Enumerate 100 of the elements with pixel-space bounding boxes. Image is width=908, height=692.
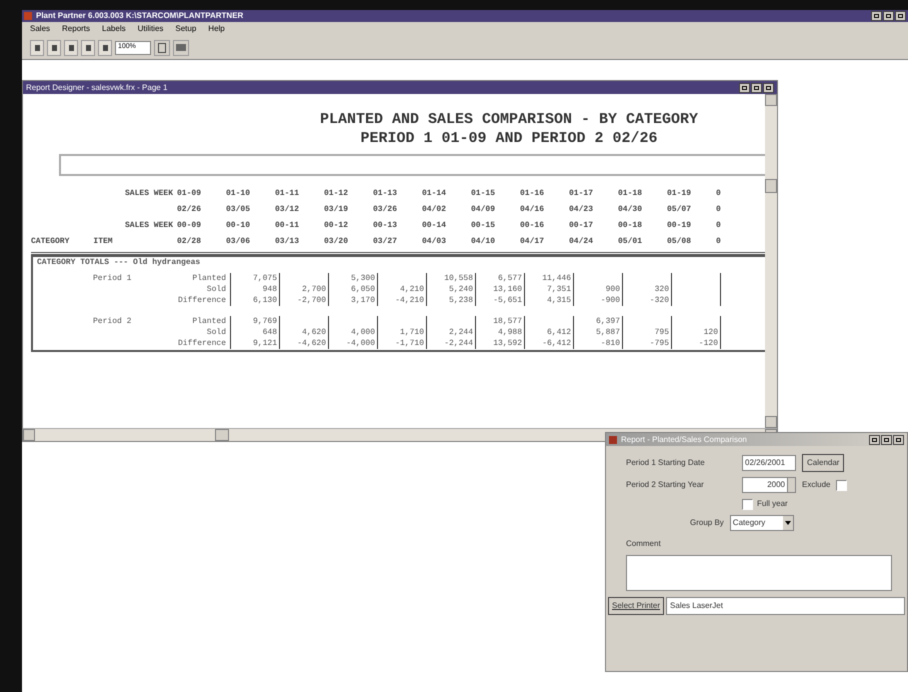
column-header: 05/07 <box>667 204 692 216</box>
printer-field[interactable]: Sales LaserJet <box>666 597 905 615</box>
table-cell: 18,577 <box>475 316 524 327</box>
column-header: 00-10 <box>226 220 252 232</box>
window-title: Report Designer - salesvwk.frx - Page 1 <box>26 84 168 92</box>
checkbox[interactable] <box>836 480 848 490</box>
period-label: Period 2 <box>93 317 132 326</box>
column-header: 00-18 <box>618 220 644 232</box>
table-cell: 5,300 <box>328 273 377 284</box>
column-header: 04/23 <box>569 204 594 216</box>
column-header: 01-12 <box>324 188 350 200</box>
table-cell: 4,988 <box>475 327 524 338</box>
column-header: 01-15 <box>471 188 496 200</box>
row-label: Planted <box>191 273 227 284</box>
column-header: 04/09 <box>471 204 496 216</box>
column-header: 04/03 <box>422 236 448 248</box>
table-cell: -810 <box>573 338 622 349</box>
comment-field[interactable] <box>626 555 892 591</box>
group-by-dropdown[interactable]: Category <box>730 515 794 531</box>
table-cell: 7,351 <box>524 284 573 295</box>
table-cell: 5,887 <box>573 327 622 338</box>
column-header: 03/27 <box>373 236 398 248</box>
row-header: SALES WEEK <box>124 221 173 230</box>
column-header: 00-14 <box>422 220 448 232</box>
column-header: 00-09 <box>177 220 202 232</box>
table-cell: 648 <box>230 327 279 338</box>
column-header: 01-09 <box>177 188 202 200</box>
table-cell: -120 <box>671 338 720 349</box>
menu-item[interactable]: Labels <box>102 23 126 35</box>
table-cell: -2,700 <box>279 295 328 306</box>
dialog-title: Report - Planted/Sales Comparison <box>621 434 747 446</box>
column-header: 01-16 <box>520 188 546 200</box>
table-cell: 795 <box>622 327 671 338</box>
menu-item[interactable]: Reports <box>62 23 90 35</box>
table-cell: 3,170 <box>328 295 377 306</box>
table-cell: 948 <box>230 284 279 295</box>
table-cell: 7,075 <box>230 273 279 284</box>
menu-item[interactable]: Utilities <box>138 23 164 35</box>
column-header: 03/06 <box>226 236 252 248</box>
field-label: Period 2 Starting Year <box>626 479 705 491</box>
column-header: 05/08 <box>667 236 692 248</box>
column-header: 04/17 <box>520 236 546 248</box>
period-label: Period 1 <box>93 274 132 283</box>
calendar-button[interactable]: Calendar <box>802 454 844 472</box>
table-cell: 10,558 <box>426 273 475 284</box>
menu-item[interactable]: Sales <box>30 23 50 35</box>
caret-icon <box>784 521 791 525</box>
field-label: Comment <box>626 538 662 550</box>
column-header: ITEM <box>93 236 113 248</box>
column-header: 01-10 <box>226 188 252 200</box>
row-label: Sold <box>206 284 227 295</box>
column-header: 00-16 <box>520 220 546 232</box>
table-cell: 320 <box>622 284 671 295</box>
table-cell: 13,160 <box>475 284 524 295</box>
column-header: 02/26 <box>177 204 202 216</box>
group-label: CATEGORY TOTALS --- Old hydrangeas <box>36 257 202 269</box>
column-header: 0 <box>716 204 722 216</box>
column-header: 0 <box>716 220 722 232</box>
row-label: Difference <box>176 295 227 306</box>
checkbox[interactable] <box>742 498 753 510</box>
column-header: 04/10 <box>471 236 496 248</box>
column-header: 01-11 <box>275 188 300 200</box>
report-title: PERIOD 1 01-09 AND PERIOD 2 02/26 <box>359 129 659 148</box>
select-printer-button[interactable]: Select Printer <box>608 597 664 615</box>
table-cell: 2,244 <box>426 327 475 338</box>
table-cell: 6,050 <box>328 284 377 295</box>
column-header: 04/16 <box>520 204 546 216</box>
table-cell: 2,700 <box>279 284 328 295</box>
column-header: 04/02 <box>422 204 448 216</box>
table-cell: 4,000 <box>328 327 377 338</box>
column-header: 03/13 <box>275 236 300 248</box>
scroll-down-icon[interactable] <box>765 416 777 428</box>
scroll-thumb[interactable] <box>765 179 777 193</box>
table-cell: 6,397 <box>573 316 622 327</box>
report-title: PLANTED AND SALES COMPARISON - BY CATEGORY <box>318 110 700 129</box>
column-header: 01-19 <box>667 188 692 200</box>
vertical-scrollbar[interactable] <box>765 94 777 428</box>
table-cell: 4,620 <box>279 327 328 338</box>
column-header: CATEGORY <box>31 236 70 248</box>
menu-item[interactable]: Help <box>208 23 225 35</box>
column-header: 04/24 <box>569 236 594 248</box>
table-cell: 4,210 <box>377 284 426 295</box>
column-header: 01-17 <box>569 188 594 200</box>
table-cell: -320 <box>622 295 671 306</box>
table-cell: 120 <box>671 327 720 338</box>
table-cell: 1,710 <box>377 327 426 338</box>
date-field[interactable]: 02/26/2001 <box>742 455 796 471</box>
column-header: 00-17 <box>569 220 594 232</box>
column-header: 00-15 <box>471 220 496 232</box>
window-title: Plant Partner 6.003.003 K:\STARCOM\PLANTPARTNER <box>36 12 244 20</box>
app-icon <box>24 12 32 20</box>
row-label: Sold <box>206 327 227 338</box>
column-header: 03/26 <box>373 204 398 216</box>
table-cell: 9,121 <box>230 338 279 349</box>
year-spinner[interactable]: 2000 <box>742 477 796 493</box>
column-header: 01-13 <box>373 188 398 200</box>
column-header: 00-11 <box>275 220 300 232</box>
menu-item[interactable]: Setup <box>175 23 196 35</box>
checkbox-label: Full year <box>757 498 788 510</box>
table-cell: -5,651 <box>475 295 524 306</box>
